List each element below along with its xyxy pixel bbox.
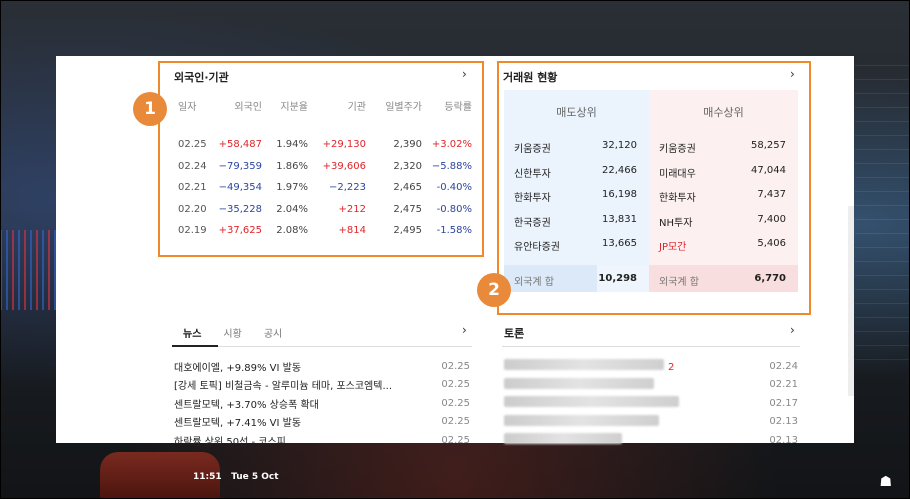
step-badge-1: 1 — [133, 92, 167, 126]
news-date: 02.25 — [441, 397, 470, 409]
discussion-item[interactable]: 02.13 — [504, 413, 798, 432]
tab-market[interactable]: 시황 — [223, 325, 241, 340]
news-list: 대호에이엘, +9.89% VI 발동 02.25 [강세 토픽] 비철금속 - 알… — [174, 357, 470, 450]
news-more-icon[interactable]: › — [462, 323, 467, 337]
discussion-date: 02.21 — [769, 379, 798, 391]
discussion-title[interactable]: 토론 — [504, 325, 524, 341]
discussion-title-blurred[interactable] — [504, 433, 622, 447]
news-date: 02.25 — [441, 434, 470, 446]
discussion-item[interactable]: 02.13 — [504, 431, 798, 450]
taskbar — [0, 449, 910, 499]
news-headline[interactable]: 센트랄모텍, +3.70% 상승폭 확대 — [174, 396, 319, 411]
news-date: 02.25 — [441, 360, 470, 372]
news-item[interactable]: [강세 토픽] 비철금속 - 알루미늄 테마, 포스코엠텍... 02.25 — [174, 376, 470, 395]
blurred-text — [504, 396, 679, 408]
background-chart — [0, 230, 56, 310]
scrollbar[interactable] — [848, 206, 854, 396]
active-tab-indicator — [172, 345, 218, 347]
discussion-title-blurred[interactable]: 2 — [504, 359, 674, 373]
news-headline[interactable]: [강세 토픽] 비철금속 - 알루미늄 테마, 포스코엠텍... — [174, 377, 392, 392]
discussion-item[interactable]: 02.17 — [504, 394, 798, 413]
comment-count: 2 — [668, 362, 675, 374]
tab-news[interactable]: 뉴스 — [183, 325, 201, 340]
discussion-more-icon[interactable]: › — [790, 323, 795, 337]
background-lines — [855, 60, 910, 360]
news-item[interactable]: 센트랄모텍, +7.41% VI 발동 02.25 — [174, 413, 470, 432]
discussion-title-blurred[interactable] — [504, 377, 654, 392]
discussion-date: 02.13 — [769, 416, 798, 428]
discussion-list: 2 02.24 02.21 02.17 02.13 02.13 — [504, 357, 798, 450]
step-badge-2: 2 — [477, 273, 511, 307]
news-date: 02.25 — [441, 416, 470, 428]
discussion-date: 02.24 — [769, 360, 798, 372]
news-date: 02.25 — [441, 379, 470, 391]
highlight-box-1 — [158, 61, 484, 257]
news-headline[interactable]: 센트랄모텍, +7.41% VI 발동 — [174, 414, 301, 429]
news-item[interactable]: 하락률 상위 50선 - 코스피 02.25 — [174, 431, 470, 450]
discussion-date: 02.13 — [769, 434, 798, 446]
tray-icon[interactable]: ☗ — [879, 474, 892, 490]
blurred-text — [504, 377, 654, 389]
discussion-item[interactable]: 02.21 — [504, 376, 798, 395]
clock-time: 11:51 — [193, 472, 222, 482]
discussion-title-blurred[interactable] — [504, 414, 659, 429]
blurred-text — [504, 433, 622, 445]
news-headline[interactable]: 대호에이엘, +9.89% VI 발동 — [174, 359, 301, 374]
tab-disclosure[interactable]: 공시 — [264, 325, 282, 340]
news-tabs: 뉴스 시황 공시 — [183, 325, 282, 340]
news-headline[interactable]: 하락률 상위 50선 - 코스피 — [174, 433, 286, 448]
discussion-divider — [502, 346, 800, 347]
tab-divider — [172, 345, 472, 347]
news-item[interactable]: 센트랄모텍, +3.70% 상승폭 확대 02.25 — [174, 394, 470, 413]
discussion-title-blurred[interactable] — [504, 396, 679, 410]
blurred-text — [504, 414, 659, 426]
taskbar-clock: 11:51 Tue 5 Oct — [193, 472, 279, 482]
news-item[interactable]: 대호에이엘, +9.89% VI 발동 02.25 — [174, 357, 470, 376]
blurred-text — [504, 359, 664, 371]
clock-date: Tue 5 Oct — [231, 472, 279, 482]
highlight-box-2 — [497, 61, 811, 315]
discussion-item[interactable]: 2 02.24 — [504, 357, 798, 376]
discussion-date: 02.17 — [769, 397, 798, 409]
